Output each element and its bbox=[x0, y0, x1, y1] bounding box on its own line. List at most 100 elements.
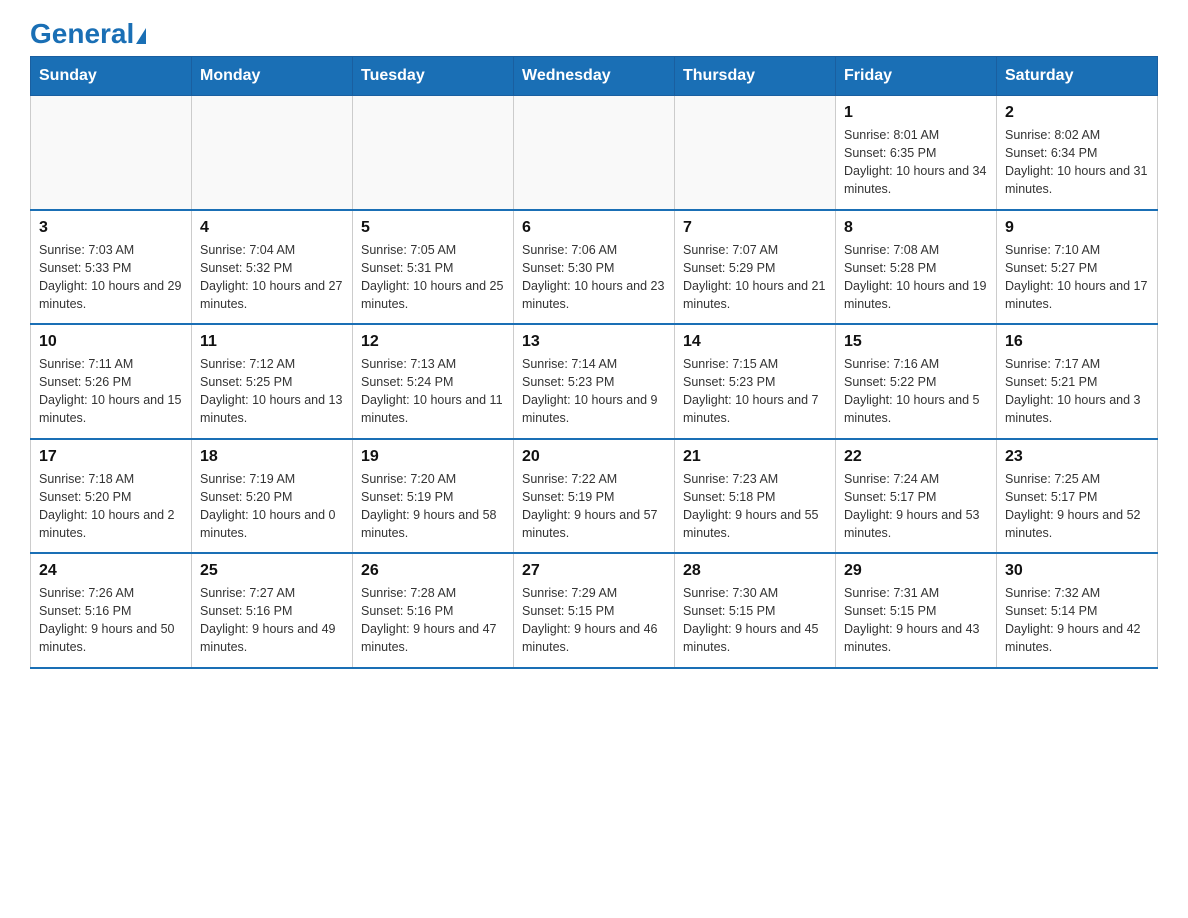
day-number: 5 bbox=[361, 219, 505, 237]
day-info: Sunrise: 7:08 AM Sunset: 5:28 PM Dayligh… bbox=[844, 241, 988, 314]
day-info: Sunrise: 7:05 AM Sunset: 5:31 PM Dayligh… bbox=[361, 241, 505, 314]
calendar-cell: 9 Sunrise: 7:10 AM Sunset: 5:27 PM Daylig… bbox=[997, 210, 1158, 325]
day-info: Sunrise: 7:29 AM Sunset: 5:15 PM Dayligh… bbox=[522, 584, 666, 657]
calendar-cell: 11 Sunrise: 7:12 AM Sunset: 5:25 PM Dayli… bbox=[192, 324, 353, 439]
day-info: Sunrise: 7:15 AM Sunset: 5:23 PM Dayligh… bbox=[683, 355, 827, 428]
calendar-cell bbox=[514, 96, 675, 210]
calendar-week-1: 1 Sunrise: 8:01 AM Sunset: 6:35 PM Daylig… bbox=[31, 96, 1158, 210]
day-info: Sunrise: 7:24 AM Sunset: 5:17 PM Dayligh… bbox=[844, 470, 988, 543]
day-info: Sunrise: 7:07 AM Sunset: 5:29 PM Dayligh… bbox=[683, 241, 827, 314]
day-number: 8 bbox=[844, 219, 988, 237]
day-number: 16 bbox=[1005, 333, 1149, 351]
day-number: 13 bbox=[522, 333, 666, 351]
day-number: 24 bbox=[39, 562, 183, 580]
calendar-cell: 15 Sunrise: 7:16 AM Sunset: 5:22 PM Dayli… bbox=[836, 324, 997, 439]
calendar-cell: 5 Sunrise: 7:05 AM Sunset: 5:31 PM Daylig… bbox=[353, 210, 514, 325]
logo-general-text: General bbox=[30, 18, 134, 49]
day-info: Sunrise: 7:19 AM Sunset: 5:20 PM Dayligh… bbox=[200, 470, 344, 543]
day-header-thursday: Thursday bbox=[675, 57, 836, 96]
day-number: 15 bbox=[844, 333, 988, 351]
day-info: Sunrise: 7:03 AM Sunset: 5:33 PM Dayligh… bbox=[39, 241, 183, 314]
day-number: 14 bbox=[683, 333, 827, 351]
day-header-wednesday: Wednesday bbox=[514, 57, 675, 96]
day-number: 9 bbox=[1005, 219, 1149, 237]
day-info: Sunrise: 7:30 AM Sunset: 5:15 PM Dayligh… bbox=[683, 584, 827, 657]
calendar-table: SundayMondayTuesdayWednesdayThursdayFrid… bbox=[30, 56, 1158, 669]
day-info: Sunrise: 7:11 AM Sunset: 5:26 PM Dayligh… bbox=[39, 355, 183, 428]
day-number: 6 bbox=[522, 219, 666, 237]
day-header-saturday: Saturday bbox=[997, 57, 1158, 96]
day-number: 12 bbox=[361, 333, 505, 351]
day-info: Sunrise: 7:25 AM Sunset: 5:17 PM Dayligh… bbox=[1005, 470, 1149, 543]
logo-triangle-icon bbox=[136, 28, 146, 44]
day-info: Sunrise: 7:06 AM Sunset: 5:30 PM Dayligh… bbox=[522, 241, 666, 314]
calendar-week-3: 10 Sunrise: 7:11 AM Sunset: 5:26 PM Dayli… bbox=[31, 324, 1158, 439]
calendar-week-4: 17Sunrise: 7:18 AM Sunset: 5:20 PM Dayli… bbox=[31, 439, 1158, 554]
calendar-cell: 27 Sunrise: 7:29 AM Sunset: 5:15 PM Dayli… bbox=[514, 553, 675, 668]
calendar-cell: 3 Sunrise: 7:03 AM Sunset: 5:33 PM Daylig… bbox=[31, 210, 192, 325]
calendar-cell: 19Sunrise: 7:20 AM Sunset: 5:19 PM Dayli… bbox=[353, 439, 514, 554]
calendar-cell: 7 Sunrise: 7:07 AM Sunset: 5:29 PM Daylig… bbox=[675, 210, 836, 325]
calendar-cell: 22Sunrise: 7:24 AM Sunset: 5:17 PM Dayli… bbox=[836, 439, 997, 554]
day-info: Sunrise: 7:26 AM Sunset: 5:16 PM Dayligh… bbox=[39, 584, 183, 657]
calendar-cell: 28 Sunrise: 7:30 AM Sunset: 5:15 PM Dayli… bbox=[675, 553, 836, 668]
day-info: Sunrise: 7:31 AM Sunset: 5:15 PM Dayligh… bbox=[844, 584, 988, 657]
day-number: 26 bbox=[361, 562, 505, 580]
calendar-cell: 4Sunrise: 7:04 AM Sunset: 5:32 PM Daylig… bbox=[192, 210, 353, 325]
day-info: Sunrise: 8:02 AM Sunset: 6:34 PM Dayligh… bbox=[1005, 126, 1149, 199]
calendar-cell: 13Sunrise: 7:14 AM Sunset: 5:23 PM Dayli… bbox=[514, 324, 675, 439]
day-number: 28 bbox=[683, 562, 827, 580]
calendar-cell: 21 Sunrise: 7:23 AM Sunset: 5:18 PM Dayli… bbox=[675, 439, 836, 554]
day-info: Sunrise: 7:28 AM Sunset: 5:16 PM Dayligh… bbox=[361, 584, 505, 657]
day-info: Sunrise: 8:01 AM Sunset: 6:35 PM Dayligh… bbox=[844, 126, 988, 199]
calendar-cell: 10 Sunrise: 7:11 AM Sunset: 5:26 PM Dayli… bbox=[31, 324, 192, 439]
calendar-cell: 30Sunrise: 7:32 AM Sunset: 5:14 PM Dayli… bbox=[997, 553, 1158, 668]
calendar-cell: 6 Sunrise: 7:06 AM Sunset: 5:30 PM Daylig… bbox=[514, 210, 675, 325]
calendar-week-5: 24 Sunrise: 7:26 AM Sunset: 5:16 PM Dayli… bbox=[31, 553, 1158, 668]
day-number: 1 bbox=[844, 104, 988, 122]
day-info: Sunrise: 7:12 AM Sunset: 5:25 PM Dayligh… bbox=[200, 355, 344, 428]
calendar-cell: 29 Sunrise: 7:31 AM Sunset: 5:15 PM Dayli… bbox=[836, 553, 997, 668]
calendar-cell bbox=[192, 96, 353, 210]
calendar-cell: 26 Sunrise: 7:28 AM Sunset: 5:16 PM Dayli… bbox=[353, 553, 514, 668]
day-info: Sunrise: 7:27 AM Sunset: 5:16 PM Dayligh… bbox=[200, 584, 344, 657]
calendar-cell bbox=[353, 96, 514, 210]
calendar-cell: 23 Sunrise: 7:25 AM Sunset: 5:17 PM Dayli… bbox=[997, 439, 1158, 554]
day-info: Sunrise: 7:17 AM Sunset: 5:21 PM Dayligh… bbox=[1005, 355, 1149, 428]
day-number: 29 bbox=[844, 562, 988, 580]
calendar-header-row: SundayMondayTuesdayWednesdayThursdayFrid… bbox=[31, 57, 1158, 96]
day-number: 11 bbox=[200, 333, 344, 351]
calendar-cell: 25 Sunrise: 7:27 AM Sunset: 5:16 PM Dayli… bbox=[192, 553, 353, 668]
day-info: Sunrise: 7:16 AM Sunset: 5:22 PM Dayligh… bbox=[844, 355, 988, 428]
calendar-cell: 1 Sunrise: 8:01 AM Sunset: 6:35 PM Daylig… bbox=[836, 96, 997, 210]
day-info: Sunrise: 7:18 AM Sunset: 5:20 PM Dayligh… bbox=[39, 470, 183, 543]
day-info: Sunrise: 7:22 AM Sunset: 5:19 PM Dayligh… bbox=[522, 470, 666, 543]
calendar-cell: 18Sunrise: 7:19 AM Sunset: 5:20 PM Dayli… bbox=[192, 439, 353, 554]
day-number: 4 bbox=[200, 219, 344, 237]
day-number: 20 bbox=[522, 448, 666, 466]
day-number: 2 bbox=[1005, 104, 1149, 122]
calendar-cell bbox=[31, 96, 192, 210]
day-number: 23 bbox=[1005, 448, 1149, 466]
day-header-friday: Friday bbox=[836, 57, 997, 96]
logo: General bbox=[30, 20, 146, 46]
calendar-cell bbox=[675, 96, 836, 210]
day-number: 7 bbox=[683, 219, 827, 237]
calendar-cell: 17Sunrise: 7:18 AM Sunset: 5:20 PM Dayli… bbox=[31, 439, 192, 554]
day-number: 10 bbox=[39, 333, 183, 351]
calendar-cell: 2 Sunrise: 8:02 AM Sunset: 6:34 PM Daylig… bbox=[997, 96, 1158, 210]
calendar-cell: 20 Sunrise: 7:22 AM Sunset: 5:19 PM Dayli… bbox=[514, 439, 675, 554]
day-info: Sunrise: 7:23 AM Sunset: 5:18 PM Dayligh… bbox=[683, 470, 827, 543]
page-header: General bbox=[30, 20, 1158, 46]
day-info: Sunrise: 7:13 AM Sunset: 5:24 PM Dayligh… bbox=[361, 355, 505, 428]
day-header-tuesday: Tuesday bbox=[353, 57, 514, 96]
calendar-cell: 12 Sunrise: 7:13 AM Sunset: 5:24 PM Dayli… bbox=[353, 324, 514, 439]
day-number: 3 bbox=[39, 219, 183, 237]
day-info: Sunrise: 7:32 AM Sunset: 5:14 PM Dayligh… bbox=[1005, 584, 1149, 657]
calendar-week-2: 3 Sunrise: 7:03 AM Sunset: 5:33 PM Daylig… bbox=[31, 210, 1158, 325]
day-number: 25 bbox=[200, 562, 344, 580]
day-number: 27 bbox=[522, 562, 666, 580]
day-info: Sunrise: 7:10 AM Sunset: 5:27 PM Dayligh… bbox=[1005, 241, 1149, 314]
calendar-cell: 14 Sunrise: 7:15 AM Sunset: 5:23 PM Dayli… bbox=[675, 324, 836, 439]
day-number: 21 bbox=[683, 448, 827, 466]
